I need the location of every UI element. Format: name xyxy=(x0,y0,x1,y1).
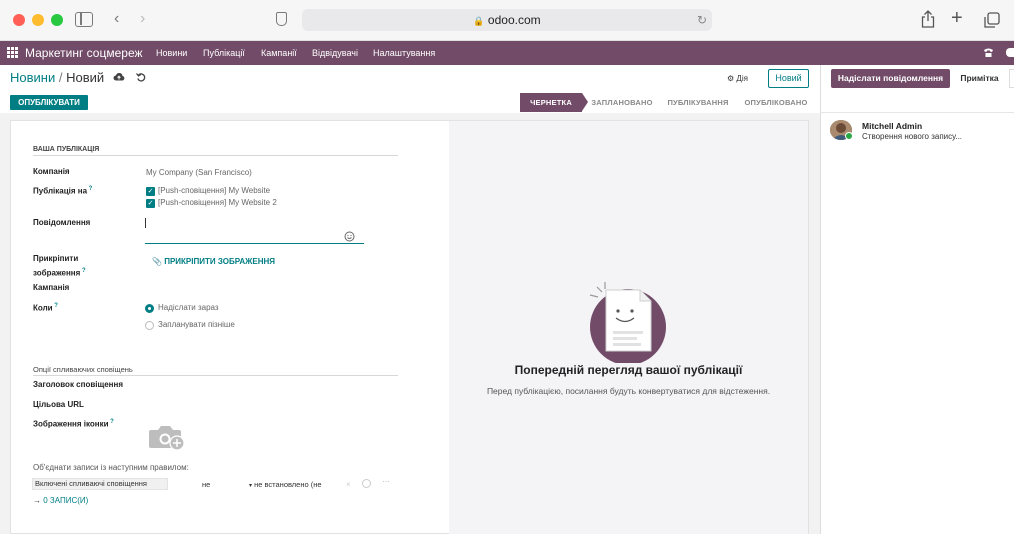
section-divider-push xyxy=(33,375,398,376)
section-divider xyxy=(33,155,398,156)
log-note-button[interactable]: Примітка xyxy=(952,69,1007,88)
publish-on-label: Публікація на ? xyxy=(33,186,93,196)
tab-overview-icon[interactable] xyxy=(984,12,1000,28)
caret-down-icon: ▾ xyxy=(249,483,253,489)
browser-toolbar: ‹ › 🔒 odoo.com ↻ + xyxy=(0,0,1014,41)
gear-icon: ⚙ xyxy=(727,74,735,83)
attach-images-button[interactable]: 📎 ПРИКРІПИТИ ЗОБРАЖЕННЯ xyxy=(152,257,275,266)
zoom-window-button[interactable] xyxy=(51,14,63,26)
domain-remove-icon[interactable]: × xyxy=(346,480,351,489)
send-message-button[interactable]: Надіслати повідомлення xyxy=(831,69,950,88)
action-label: Дія xyxy=(736,74,748,83)
campaign-label: Кампанія xyxy=(33,283,70,292)
company-field[interactable]: My Company (San Francisco) xyxy=(146,168,252,177)
breadcrumb: Новини / Новий xyxy=(10,70,104,85)
account-label-1: [Push-сповіщення] My Website xyxy=(158,186,271,195)
stage-posted[interactable]: ОПУБЛІКОВАНО xyxy=(742,93,810,112)
forward-icon[interactable]: › xyxy=(140,11,145,27)
empty-post-illustration xyxy=(584,281,674,365)
domain-rule-label: Об'єднати записи із наступним правилом: xyxy=(33,463,189,472)
minimize-window-button[interactable] xyxy=(32,14,44,26)
account-checkbox-2[interactable]: ✓ xyxy=(146,199,155,208)
status-bar: ЧЕРНЕТКА ЗАПЛАНОВАНО ПУБЛІКУВАННЯ ОПУБЛІ… xyxy=(520,93,810,112)
menu-item-posts[interactable]: Публікації xyxy=(203,48,245,58)
domain-operator[interactable]: не xyxy=(202,480,210,489)
discard-icon[interactable] xyxy=(136,72,146,82)
app-name[interactable]: Маркетинг соцмереж xyxy=(25,46,143,60)
domain-field-selector[interactable]: Включені спливаючі сповіщення xyxy=(32,478,168,490)
breadcrumb-parent[interactable]: Новини xyxy=(10,70,55,85)
address-bar[interactable]: 🔒 odoo.com xyxy=(302,9,712,31)
attach-images-label: Прикріпити зображення ? xyxy=(33,254,86,278)
close-window-button[interactable] xyxy=(13,14,25,26)
lock-icon: 🔒 xyxy=(473,16,485,26)
push-title-label: Заголовок сповіщення xyxy=(33,380,124,389)
new-button[interactable]: Новий xyxy=(768,69,809,88)
arrow-right-icon: → xyxy=(33,496,41,505)
chat-icon[interactable] xyxy=(1006,48,1014,57)
account-checkbox-1[interactable]: ✓ xyxy=(146,187,155,196)
domain-add-icon[interactable] xyxy=(362,479,371,488)
stage-arrow xyxy=(582,93,588,111)
back-icon[interactable]: ‹ xyxy=(114,11,119,27)
action-menu[interactable]: ⚙ Дія xyxy=(727,74,748,83)
online-status-icon xyxy=(845,132,853,140)
new-tab-icon[interactable]: + xyxy=(951,8,963,28)
stage-draft[interactable]: ЧЕРНЕТКА xyxy=(520,93,582,112)
message-body: Створення нового запису... xyxy=(862,132,963,141)
phone-icon[interactable] xyxy=(983,47,994,58)
icon-image-label: Зображення іконки ? xyxy=(33,419,114,429)
domain-more-icon[interactable]: ⋯ xyxy=(382,477,390,486)
message-label: Повідомлення xyxy=(33,218,91,227)
share-icon[interactable] xyxy=(921,10,935,28)
account-label-2: [Push-сповіщення] My Website 2 xyxy=(158,198,277,207)
main-navbar: Маркетинг соцмереж Новини Публікації Кам… xyxy=(0,41,1014,65)
radio-send-now[interactable] xyxy=(145,304,154,313)
breadcrumb-separator: / xyxy=(58,70,63,85)
apps-menu-icon[interactable] xyxy=(7,47,18,58)
save-cloud-icon[interactable] xyxy=(113,72,125,81)
text-cursor xyxy=(145,218,146,228)
publish-button[interactable]: ОПУБЛІКУВАТИ xyxy=(10,95,88,110)
menu-item-campaigns[interactable]: Кампанії xyxy=(261,48,297,58)
preview-subtitle: Перед публікацією, посилання будуть конв… xyxy=(486,386,771,396)
url-text: odoo.com xyxy=(487,13,541,27)
menu-item-news[interactable]: Новини xyxy=(156,48,187,58)
menu-item-settings[interactable]: Налаштування xyxy=(373,48,435,58)
sidebar-toggle-icon[interactable] xyxy=(75,12,93,27)
radio-send-now-label: Надіслати зараз xyxy=(158,303,219,312)
stage-publishing[interactable]: ПУБЛІКУВАННЯ xyxy=(665,93,731,112)
chatter-more-button[interactable] xyxy=(1009,69,1014,88)
reload-icon[interactable]: ↻ xyxy=(697,13,707,27)
domain-value-select[interactable]: ▾ не встановлено (не xyxy=(249,480,322,489)
section-title-push: Опції спливаючих сповіщень xyxy=(33,365,133,374)
stage-scheduled[interactable]: ЗАПЛАНОВАНО xyxy=(590,93,654,112)
emoji-icon[interactable] xyxy=(344,231,355,242)
radio-schedule-later-label: Запланувати пізніше xyxy=(158,320,235,329)
chatter-divider xyxy=(820,112,1014,113)
records-link[interactable]: → 0 ЗАПИС(И) xyxy=(33,496,88,505)
when-label: Коли ? xyxy=(33,303,58,313)
privacy-shield-icon[interactable] xyxy=(276,12,287,26)
message-textarea[interactable] xyxy=(145,216,364,244)
breadcrumb-current: Новий xyxy=(66,70,105,85)
target-url-label: Цільова URL xyxy=(33,400,84,409)
company-label: Компанія xyxy=(33,167,70,176)
section-title-publication: ВАША ПУБЛІКАЦІЯ xyxy=(33,146,100,153)
radio-schedule-later[interactable] xyxy=(145,321,154,330)
message-author[interactable]: Mitchell Admin xyxy=(862,121,922,131)
menu-item-visitors[interactable]: Відвідувачі xyxy=(312,48,358,58)
camera-upload-icon[interactable] xyxy=(148,423,186,451)
preview-title: Попередній перегляд вашої публікації xyxy=(514,363,743,377)
paperclip-icon: 📎 xyxy=(152,257,162,266)
